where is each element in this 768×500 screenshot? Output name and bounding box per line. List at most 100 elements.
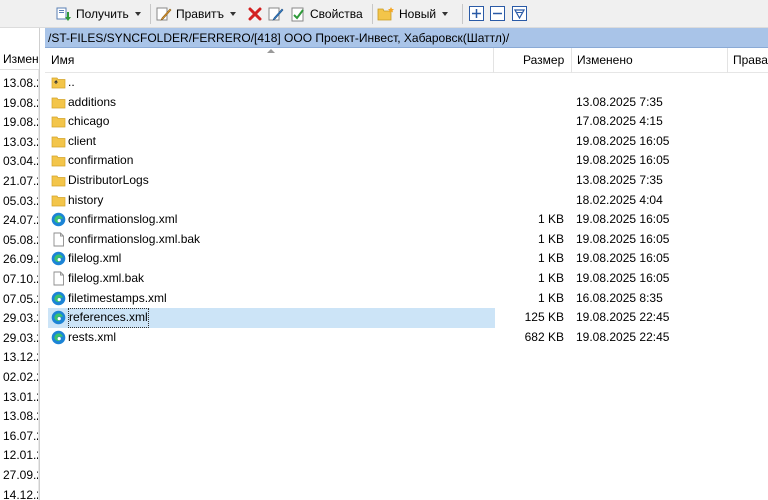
rights-column-header[interactable]: Права [727,48,768,73]
file-list-row[interactable]: history 18.02.2025 4:04 [48,191,768,211]
file-list-row[interactable]: filelog.xml.bak 1 KB 19.08.2025 16:05 [48,269,768,289]
left-pane-row[interactable]: 29.03.2 [0,309,39,329]
edge-xml-icon [51,291,66,306]
download-label: Получить [76,7,129,21]
left-pane-row[interactable]: 07.10.2 [0,270,39,290]
file-modified-date: 19.08.2025 16:05 [576,231,670,246]
chevron-down-icon[interactable] [442,12,449,16]
edit-icon [156,7,172,21]
file-list-header: Имя Размер Изменено Права [45,48,768,73]
left-pane-row[interactable]: 19.08.2 [0,113,39,133]
left-pane-row[interactable]: 07.05.2 [0,290,39,310]
remote-path-bar[interactable]: /ST-FILES/SYNCFOLDER/FERRERO/[418] ООО П… [45,28,768,48]
file-name: filetimestamps.xml [68,290,167,305]
toolbar: Получить Правитъ Свойства Новый [0,0,768,28]
file-modified-date: 19.08.2025 22:45 [576,310,670,325]
file-size: 1 KB [537,251,564,266]
file-modified-date: 18.02.2025 4:04 [576,192,663,207]
file-name: .. [68,75,75,89]
left-pane-row[interactable]: 19.08.2 [0,94,39,114]
left-pane-row[interactable]: 26.09.2 [0,250,39,270]
rename-button[interactable] [268,3,284,25]
file-name: confirmationslog.xml.bak [68,231,201,246]
file-list-row[interactable]: .. [48,73,768,93]
file-list-row[interactable]: confirmationslog.xml.bak 1 KB 19.08.2025 1… [48,230,768,250]
size-column-header[interactable]: Размер [517,48,571,73]
properties-button[interactable]: Свойства [290,3,363,25]
left-pane-row[interactable]: 27.09.2 [0,466,39,486]
remote-file-list: .. additions 13.08.2025 7:35 chicago 17.08.2… [45,73,768,500]
folder-icon [51,173,66,188]
edit-label: Правитъ [176,7,225,21]
file-list-row[interactable]: confirmation 19.08.2025 16:05 [48,151,768,171]
file-name: client [68,133,97,148]
left-pane-scrollbar[interactable] [38,70,39,500]
file-modified-date: 16.08.2025 8:35 [576,290,663,305]
file-name: history [68,192,104,207]
folder-icon [51,134,66,149]
file-size [500,151,564,171]
file-list-row[interactable]: references.xml 125 KB 19.08.2025 22:45 [48,308,768,328]
file-name: chicago [68,114,110,129]
left-pane-row[interactable]: 13.08.2 [0,407,39,427]
filter-button[interactable] [512,6,527,21]
column-divider[interactable] [493,48,494,73]
collapse-button[interactable] [490,6,505,21]
left-pane-row[interactable]: 05.08.2 [0,231,39,251]
minus-icon [493,12,502,15]
file-list-row[interactable]: DistributorLogs 13.08.2025 7:35 [48,171,768,191]
delete-button[interactable] [247,3,263,25]
download-button[interactable]: Получить [56,3,141,25]
edit-button[interactable]: Правитъ [156,3,237,25]
left-pane-row[interactable]: 24.07.2 [0,211,39,231]
file-name: confirmationslog.xml [68,212,178,227]
file-size: 1 KB [537,231,564,246]
file-list-row[interactable]: filelog.xml 1 KB 19.08.2025 16:05 [48,249,768,269]
new-label: Новый [399,7,437,21]
modified-column-header[interactable]: Изменено [571,48,727,73]
left-pane-row[interactable]: 29.03.2 [0,329,39,349]
file-list-row[interactable]: filetimestamps.xml 1 KB 16.08.2025 8:35 [48,289,768,309]
left-modified-column-header[interactable]: Измен [0,48,39,70]
chevron-down-icon[interactable] [134,12,141,16]
file-modified-date: 19.08.2025 16:05 [576,271,670,285]
left-pane-row[interactable]: 05.03.2 [0,192,39,212]
left-pane-row[interactable]: 14.12.2 [0,486,39,500]
left-pane-row[interactable]: 16.07.2 [0,427,39,447]
expand-button[interactable] [469,6,484,21]
file-icon [51,232,66,247]
properties-icon [291,7,304,22]
file-name: filelog.xml.bak [68,271,145,285]
file-list-row[interactable]: chicago 17.08.2025 4:15 [48,112,768,132]
left-pane-row[interactable]: 03.04.2 [0,152,39,172]
left-pane-row[interactable]: 02.02.2 [0,368,39,388]
file-list-row[interactable]: additions 13.08.2025 7:35 [48,93,768,113]
new-button[interactable]: Новый [377,3,449,25]
filter-icon [514,9,525,19]
file-name: references.xml [68,308,149,328]
file-size [500,112,564,132]
new-folder-icon [377,7,394,21]
file-modified-date: 13.08.2025 7:35 [576,173,663,187]
file-list-row[interactable]: client 19.08.2025 16:05 [48,132,768,152]
left-pane-row[interactable]: 13.03.2 [0,133,39,153]
file-modified-date: 13.08.2025 7:35 [576,94,663,109]
file-name: rests.xml [68,329,116,344]
file-size: 1 KB [537,212,564,227]
left-pane-row[interactable]: 12.01.2 [0,446,39,466]
file-list-row[interactable]: rests.xml 682 KB 19.08.2025 22:45 [48,328,768,348]
folder-icon [51,95,66,110]
left-pane-row[interactable]: 21.07.2 [0,172,39,192]
file-modified-date: 19.08.2025 16:05 [576,251,670,266]
file-modified-date: 17.08.2025 4:15 [576,114,663,129]
left-pane-row[interactable]: 13.01.2 [0,388,39,408]
parent-dir-icon [51,75,66,90]
left-pane-row[interactable]: 13.08.2 [0,74,39,94]
edge-xml-icon [51,310,66,325]
sort-up-icon [267,49,275,53]
rename-icon [268,7,284,21]
left-pane-row[interactable]: 13.12.2 [0,348,39,368]
download-icon [56,7,71,21]
chevron-down-icon[interactable] [230,12,237,16]
file-list-row[interactable]: confirmationslog.xml 1 KB 19.08.2025 16:05 [48,210,768,230]
